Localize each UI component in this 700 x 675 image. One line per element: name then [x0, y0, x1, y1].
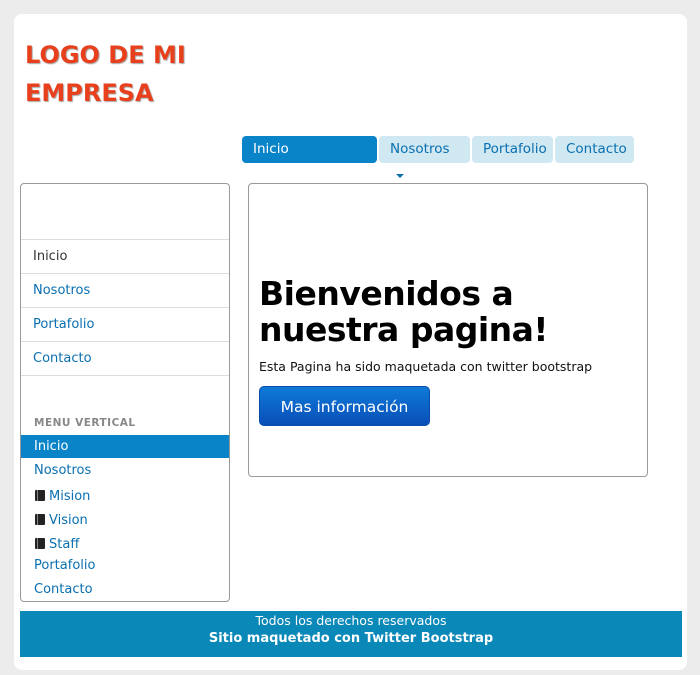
tab-portafolio[interactable]: Portafolio	[472, 136, 553, 163]
vertical-item-vision[interactable]: Vision	[21, 509, 229, 532]
footer: Todos los derechos reservados Sitio maqu…	[20, 611, 682, 657]
footer-credit: Sitio maquetado con Twitter Bootstrap	[208, 631, 494, 646]
book-icon	[35, 490, 45, 501]
footer-copyright: Todos los derechos reservados	[255, 613, 447, 628]
book-icon	[35, 538, 45, 549]
logo-line-1: LOGO DE MI	[25, 41, 186, 69]
sidebar-item-nosotros[interactable]: Nosotros	[21, 273, 229, 307]
hero-title-line-1: Bienvenidos a	[259, 274, 514, 313]
vertical-item-portafolio[interactable]: Portafolio	[21, 554, 229, 577]
hero-title: Bienvenidos a nuestra pagina!	[259, 276, 639, 348]
hero-subtitle: Esta Pagina ha sido maquetada con twitte…	[259, 359, 593, 374]
vertical-item-vision-label: Vision	[49, 513, 88, 528]
vertical-item-nosotros[interactable]: Nosotros	[21, 459, 229, 482]
vertical-item-inicio[interactable]: Inicio	[21, 435, 229, 458]
sidebar: Inicio Nosotros Portafolio Contacto MENU…	[20, 183, 230, 602]
list-divider	[21, 375, 229, 376]
vertical-menu-header: MENU VERTICAL	[34, 417, 136, 429]
hero-title-line-2: nuestra pagina!	[259, 310, 548, 349]
hero-unit: Bienvenidos a nuestra pagina! Esta Pagin…	[248, 183, 648, 477]
tab-contacto-label: Contacto	[566, 141, 627, 157]
vertical-item-staff-label: Staff	[49, 537, 80, 552]
chevron-down-icon	[396, 174, 404, 178]
vertical-item-staff[interactable]: Staff	[21, 533, 229, 556]
book-icon	[35, 514, 45, 525]
vertical-item-contacto[interactable]: Contacto	[21, 578, 229, 601]
tab-contacto[interactable]: Contacto	[555, 136, 634, 163]
more-info-button[interactable]: Mas información	[259, 386, 430, 426]
sidebar-item-portafolio[interactable]: Portafolio	[21, 307, 229, 341]
sidebar-item-inicio[interactable]: Inicio	[21, 239, 229, 273]
sidebar-item-contacto[interactable]: Contacto	[21, 341, 229, 375]
company-logo[interactable]: LOGO DE MI EMPRESA	[25, 36, 225, 112]
tab-inicio[interactable]: Inicio	[242, 136, 377, 163]
tab-portafolio-label: Portafolio	[483, 141, 547, 157]
tab-nosotros-label: Nosotros	[390, 141, 450, 157]
vertical-item-mision-label: Mision	[49, 489, 91, 504]
tab-nosotros[interactable]: Nosotros	[379, 136, 470, 178]
logo-line-2: EMPRESA	[25, 79, 154, 107]
tab-inicio-label: Inicio	[253, 141, 289, 157]
vertical-item-mision[interactable]: Mision	[21, 485, 229, 508]
